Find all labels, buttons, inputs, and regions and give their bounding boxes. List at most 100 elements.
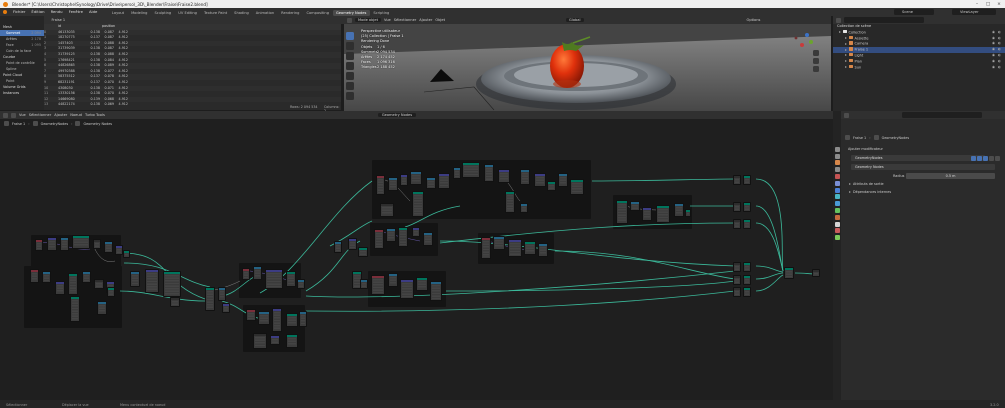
node-vec[interactable] — [270, 335, 280, 345]
select-box-tool[interactable] — [346, 32, 354, 40]
node-geo[interactable] — [286, 334, 298, 348]
node-math[interactable] — [484, 164, 494, 182]
workspace-tab[interactable]: Rendering — [278, 10, 303, 16]
annotate-tool[interactable] — [346, 92, 354, 100]
node-vec[interactable] — [642, 207, 652, 221]
node-geo[interactable] — [656, 205, 670, 223]
node-util[interactable] — [733, 262, 741, 272]
node-math[interactable] — [60, 237, 69, 251]
node-geo[interactable] — [68, 273, 78, 295]
viewport-menu-object[interactable]: Objet — [435, 18, 445, 22]
render-toggle-icon[interactable] — [983, 156, 988, 161]
menu-4[interactable]: Aide — [86, 8, 100, 16]
node-math[interactable] — [104, 241, 113, 253]
expand-arrow-icon[interactable] — [839, 31, 841, 34]
node-geo[interactable] — [743, 262, 751, 272]
node-math[interactable] — [388, 177, 398, 191]
node-geo[interactable] — [70, 296, 80, 322]
node-inp[interactable] — [481, 237, 491, 259]
properties-tab-icon[interactable] — [834, 160, 840, 166]
node-math[interactable] — [430, 281, 442, 301]
add-modifier-button[interactable]: Ajouter modificateur — [844, 146, 1002, 152]
workspace-tab[interactable]: Layout — [108, 10, 127, 16]
properties-tab-icon[interactable] — [834, 173, 840, 179]
outliner-item[interactable]: Sun ◉ ◐ — [833, 64, 1005, 71]
node-inp[interactable] — [376, 175, 385, 195]
node-geo[interactable] — [416, 277, 428, 291]
node-util[interactable] — [733, 219, 741, 229]
expand-arrow-icon[interactable] — [845, 48, 847, 51]
node-geo[interactable] — [72, 235, 90, 249]
workspace-tab[interactable]: Compositing — [303, 10, 333, 16]
node-group-field[interactable]: Geometry Nodes — [851, 164, 995, 170]
properties-search-input[interactable] — [902, 112, 982, 118]
properties-tab-icon[interactable] — [834, 180, 840, 186]
node-inp[interactable] — [246, 309, 256, 321]
node-geo[interactable] — [107, 287, 115, 297]
node-inp[interactable] — [242, 268, 250, 280]
geometry-node-editor[interactable]: Vue Sélectionner Ajouter Noeud Turbo Too… — [0, 111, 833, 400]
domain-item[interactable]: Instances — [0, 90, 44, 96]
properties-tab-icon[interactable] — [834, 221, 840, 227]
node-geo[interactable] — [616, 200, 628, 224]
node-math[interactable] — [426, 177, 436, 189]
node-util[interactable] — [812, 269, 820, 277]
object-mode-dropdown[interactable]: Mode objet — [355, 18, 382, 22]
node-vec[interactable] — [47, 237, 57, 251]
properties-tab-icon[interactable] — [834, 167, 840, 173]
scene-selector[interactable]: Scene — [894, 9, 934, 15]
properties-tab-icon[interactable] — [834, 146, 840, 152]
node-geo[interactable] — [743, 219, 751, 229]
viewport-editor-icon[interactable] — [347, 17, 352, 23]
viewport-menu-view[interactable]: Vue — [384, 18, 391, 22]
close-button[interactable]: × — [995, 2, 1003, 7]
node-geo[interactable] — [743, 287, 751, 297]
expand-arrow-icon[interactable] — [845, 60, 847, 63]
node-util[interactable] — [733, 202, 741, 212]
workspace-tab[interactable]: Geometry Nodes — [332, 9, 370, 16]
node-math[interactable] — [386, 228, 396, 242]
node-math[interactable] — [674, 203, 684, 217]
properties-tab-icon[interactable] — [834, 228, 840, 234]
3d-viewport[interactable]: Mode objet Vue Sélectionner Ajouter Obje… — [344, 16, 831, 111]
node-math[interactable] — [82, 271, 91, 283]
expand-arrow-icon[interactable] — [845, 54, 847, 57]
node-vec[interactable] — [115, 245, 123, 255]
node-math[interactable] — [253, 266, 262, 280]
node-vec[interactable] — [222, 303, 230, 313]
radius-field[interactable]: 0.5 m — [906, 173, 995, 179]
node-util[interactable] — [380, 203, 394, 217]
rotate-tool[interactable] — [346, 62, 354, 70]
workspace-tab[interactable]: Modeling — [128, 10, 151, 16]
node-vec[interactable] — [348, 238, 357, 250]
menu-3[interactable]: Fenêtre — [66, 8, 86, 16]
node-geo[interactable] — [784, 267, 794, 279]
properties-tab-icon[interactable] — [834, 214, 840, 220]
node-math[interactable] — [258, 311, 270, 325]
node-util[interactable] — [170, 297, 180, 307]
properties-tab-icon[interactable] — [834, 194, 840, 200]
node-util[interactable] — [733, 175, 741, 185]
close-modifier-icon[interactable] — [995, 156, 1000, 161]
output-attributes-panel[interactable]: Attributs de sortie — [849, 182, 884, 186]
node-vec[interactable] — [400, 174, 408, 186]
node-geo[interactable] — [123, 250, 130, 258]
node-inp[interactable] — [374, 229, 384, 249]
view-layer-selector[interactable]: ViewLayer — [952, 9, 996, 15]
move-tool[interactable] — [346, 52, 354, 60]
node-geo[interactable] — [505, 191, 515, 213]
node-vec[interactable] — [412, 227, 420, 237]
node-math[interactable] — [297, 279, 305, 289]
properties-tab-icon[interactable] — [834, 201, 840, 207]
node-geo[interactable] — [358, 247, 368, 257]
properties-editor-icon[interactable] — [844, 112, 849, 118]
node-geo[interactable] — [570, 179, 584, 195]
node-geo[interactable] — [462, 162, 480, 178]
visibility-icons[interactable]: ◉ ◐ — [992, 65, 1002, 71]
node-geo[interactable] — [412, 191, 424, 217]
viewport-menu-select[interactable]: Sélectionner — [394, 18, 417, 22]
node-geo[interactable] — [286, 271, 296, 287]
properties-tab-icon[interactable] — [834, 207, 840, 213]
outliner-search-input[interactable] — [844, 17, 924, 23]
node-geo[interactable] — [398, 227, 408, 247]
